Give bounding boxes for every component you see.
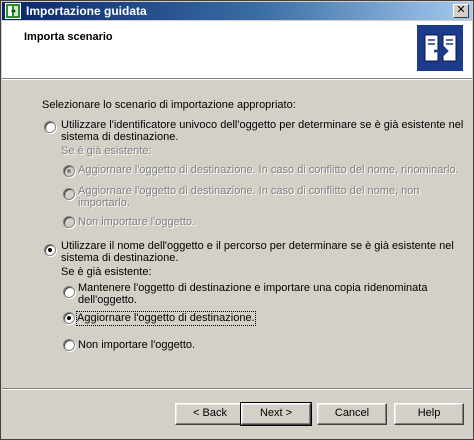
wizard-header: Importa scenario	[2, 21, 472, 78]
opt2-sub1-label-line2[interactable]: dell'oggetto.	[78, 294, 137, 307]
opt1-sub1-label: Aggiornare l'oggetto di destinazione. In…	[78, 164, 459, 176]
radio-opt1-update-rename[interactable]	[63, 165, 75, 177]
radio-opt2-keep-and-copy[interactable]	[63, 286, 75, 298]
opt2-sub3-label[interactable]: Non importare l'oggetto.	[78, 339, 195, 352]
cancel-button-label: Cancel	[334, 407, 370, 419]
opt2-sub2-label[interactable]: Aggiornare l'oggetto di destinazione.	[76, 311, 256, 326]
window-title: Importazione guidata	[26, 4, 147, 18]
radio-use-name-and-path[interactable]	[44, 244, 56, 256]
wizard-window: Importazione guidata ✕ Importa scenario …	[0, 0, 474, 440]
title-bar[interactable]: Importazione guidata ✕	[2, 2, 472, 20]
page-title: Importa scenario	[24, 31, 113, 43]
close-button[interactable]: ✕	[453, 4, 469, 18]
option1-label-line2[interactable]: sistema di destinazione.	[61, 131, 178, 144]
header-separator	[2, 78, 472, 80]
cancel-button[interactable]: Cancel	[317, 403, 387, 425]
next-button[interactable]: Next >	[240, 402, 312, 426]
option1-if-exists-label: Se è già esistente:	[61, 145, 152, 157]
close-icon: ✕	[456, 4, 466, 16]
radio-use-unique-identifier[interactable]	[44, 121, 56, 133]
opt1-sub3-label: Non importare l'oggetto.	[78, 216, 196, 228]
app-icon	[5, 3, 21, 19]
radio-opt1-update-skip[interactable]	[63, 188, 75, 200]
back-button[interactable]: < Back	[175, 403, 245, 425]
radio-opt1-do-not-import[interactable]	[63, 216, 75, 228]
help-button-label: Help	[417, 407, 441, 419]
radio-opt2-do-not-import[interactable]	[63, 339, 75, 351]
prompt-label: Selezionare lo scenario di importazione …	[42, 99, 296, 111]
radio-opt2-update-destination[interactable]	[63, 312, 75, 324]
option2-label-line2[interactable]: sistema di destinazione.	[61, 252, 178, 265]
next-button-label: Next >	[259, 407, 293, 419]
footer-separator	[2, 388, 472, 390]
import-wizard-icon	[417, 25, 463, 71]
back-button-label: < Back	[193, 407, 227, 419]
option2-if-exists-label: Se è già esistente:	[61, 266, 152, 278]
opt1-sub2-label-line2: importarlo.	[78, 197, 130, 209]
help-button[interactable]: Help	[394, 403, 464, 425]
